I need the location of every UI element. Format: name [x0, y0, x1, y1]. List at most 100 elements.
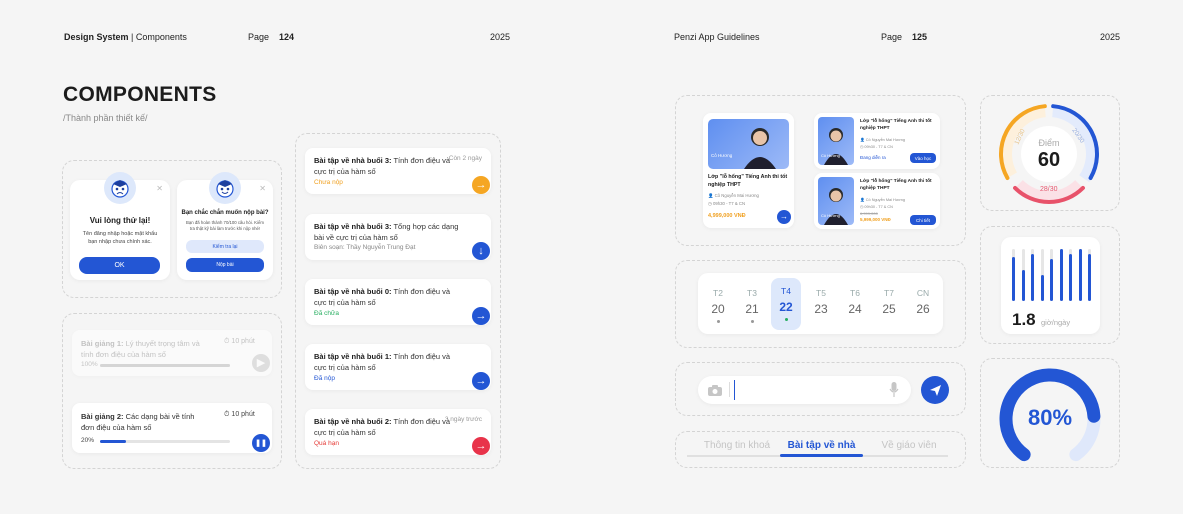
join-class-button[interactable]: Vào học	[910, 153, 936, 163]
header-right-title: Penzi App Guidelines	[674, 32, 760, 42]
schedule-text: 09h30 - T7 & CN	[864, 145, 893, 149]
lecture-card[interactable]: Bài giảng 2: Các dạng bài về tính đơn đi…	[72, 403, 272, 453]
bar-value	[1021, 269, 1025, 301]
progress-value: 80%	[1027, 405, 1073, 430]
progress-text: 100%	[81, 361, 98, 368]
lecture-prefix: Bài giảng 2:	[81, 412, 124, 421]
tab-item[interactable]: Về giáo viên	[869, 440, 949, 451]
calendar-day[interactable]: CN 26	[910, 288, 936, 316]
microphone-icon[interactable]	[889, 382, 899, 397]
day-name: T4	[781, 286, 791, 296]
teacher-tag: Cô Hương	[711, 153, 733, 158]
homework-status: Đã nộp	[314, 375, 335, 382]
progress-ring: 80%	[998, 367, 1102, 471]
day-date: 22	[779, 300, 793, 314]
tab-item[interactable]: Thông tin khoá	[693, 440, 781, 451]
mascot-sad-icon	[104, 172, 136, 204]
teacher-name: Cô Nguyễn Mai Hương	[714, 193, 759, 198]
clock-icon: ◷	[708, 201, 712, 206]
homework-title: Bài tập về nhà buổi 2: Tính đơn điệu và …	[314, 416, 464, 438]
dialog-text: Tên đăng nhập hoặc mật khẩu bạn nhập chư…	[82, 231, 158, 245]
course-title: Lớp "lỗ hổng" Tiếng Anh thi tốt nghiệp T…	[708, 174, 788, 188]
camera-icon[interactable]	[708, 383, 722, 396]
day-name: CN	[916, 288, 930, 298]
duration-text: 10 phút	[231, 411, 255, 418]
event-dot	[784, 318, 788, 321]
calendar-day[interactable]: T6 24	[842, 288, 868, 316]
arrow-right-icon[interactable]: →	[777, 210, 791, 224]
day-date: 21	[745, 302, 759, 316]
week-calendar: T2 20 T3 21 T4 22 T5 23 T6 24 T7 25 CN 2…	[698, 273, 943, 334]
download-icon[interactable]: ↓	[472, 242, 490, 260]
duration: ⏱ 10 phút	[224, 411, 255, 419]
user-icon: 👤	[708, 193, 714, 198]
bar-value	[1069, 254, 1072, 301]
homework-card[interactable]: Bài tập về nhà buổi 3: Tổng hợp các dạng…	[305, 214, 491, 260]
event-dot	[750, 320, 754, 323]
course-teacher: 👤 Cô Nguyễn Mai Hương	[860, 137, 905, 142]
close-icon[interactable]: ✕	[156, 184, 163, 193]
progress-bar	[100, 440, 230, 443]
homework-title: Bài tập về nhà buổi 3: Tính đơn điệu và …	[314, 155, 464, 177]
page-number: 124	[279, 32, 295, 42]
homework-prefix: Bài tập về nhà buổi 0:	[314, 287, 392, 296]
calendar-day[interactable]: T4 22	[771, 278, 801, 330]
calendar-day[interactable]: T3 21	[739, 288, 765, 323]
year-left: 2025	[490, 32, 511, 42]
teacher-name: Cô Nguyễn Mai Hương	[865, 138, 906, 142]
calendar-day[interactable]: T7 25	[876, 288, 902, 316]
event-dot	[716, 320, 720, 323]
pause-icon[interactable]: ❚❚	[252, 434, 270, 452]
lecture-title: Bài giảng 1: Lý thuyết trọng tâm và tính…	[81, 338, 201, 360]
bar-value	[1050, 259, 1053, 301]
bar-value	[1012, 256, 1015, 301]
send-icon[interactable]	[921, 376, 949, 404]
homework-title: Bài tập về nhà buổi 0: Tính đơn điệu và …	[314, 286, 464, 308]
lecture-title: Bài giảng 2: Các dạng bài về tính đơn đi…	[81, 411, 201, 433]
year-right: 2025	[1100, 32, 1121, 42]
course-price: 5,999,000 VNĐ	[860, 217, 891, 222]
check-again-button[interactable]: Kiểm tra lại	[186, 240, 264, 253]
lecture-card[interactable]: Bài giảng 1: Lý thuyết trọng tâm và tính…	[72, 330, 272, 376]
tab-item[interactable]: Bài tập về nhà	[780, 440, 863, 451]
day-date: 26	[916, 302, 930, 316]
bar-value	[1088, 254, 1091, 301]
calendar-day[interactable]: T5 23	[808, 288, 834, 316]
arrow-right-icon[interactable]: →	[472, 372, 490, 390]
schedule-text: 09h30 - T7 & CN	[864, 205, 893, 209]
teacher-tag: Cô Hương	[821, 153, 840, 158]
homework-title: Bài tập về nhà buổi 3: Tổng hợp các dạng…	[314, 221, 464, 243]
study-hours-value: 1.8	[1012, 310, 1036, 329]
teacher-photo: Cô Hương	[818, 117, 854, 165]
arrow-right-icon[interactable]: →	[472, 437, 490, 455]
arrow-right-icon[interactable]: →	[472, 176, 490, 194]
day-date: 20	[711, 302, 725, 316]
course-schedule: ◷ 09h30 - T7 & CN	[860, 144, 893, 149]
message-input[interactable]	[734, 380, 874, 400]
course-schedule: ◷ 09h30 - T7 & CN	[860, 204, 893, 209]
homework-card[interactable]: Bài tập về nhà buổi 2: Tính đơn điệu và …	[305, 409, 491, 455]
course-card-small[interactable]: Cô Hương Lớp "lỗ hổng" Tiếng Anh thi tốt…	[814, 113, 940, 169]
course-card-large[interactable]: Cô Hương Lớp "lỗ hổng" Tiếng Anh thi tốt…	[703, 113, 794, 228]
lecture-prefix: Bài giảng 1:	[81, 339, 124, 348]
course-card-small[interactable]: Cô Hương Lớp "lỗ hổng" Tiếng Anh thi tốt…	[814, 173, 940, 229]
play-icon[interactable]: ▶	[252, 354, 270, 372]
close-icon[interactable]: ✕	[259, 184, 266, 193]
homework-card[interactable]: Bài tập về nhà buổi 3: Tính đơn điệu và …	[305, 148, 491, 194]
dialog-title: Vui lòng thử lại!	[89, 216, 151, 225]
duration: ⏱ 10 phút	[224, 338, 255, 346]
progress-text: 20%	[81, 437, 95, 444]
arrow-right-icon[interactable]: →	[472, 307, 490, 325]
course-teacher: 👤 Cô Nguyễn Mai Hương	[708, 193, 759, 199]
user-icon: 👤	[860, 198, 865, 202]
details-button[interactable]: Chi tiết	[910, 215, 936, 225]
calendar-day[interactable]: T2 20	[705, 288, 731, 323]
bar-value	[1040, 275, 1044, 301]
course-teacher: 👤 Cô Nguyễn Mai Hương	[860, 197, 905, 202]
homework-card[interactable]: Bài tập về nhà buổi 0: Tính đơn điệu và …	[305, 279, 491, 325]
ok-button[interactable]: OK	[79, 257, 160, 274]
homework-card[interactable]: Bài tập về nhà buổi 1: Tính đơn điệu và …	[305, 344, 491, 390]
homework-status: Chưa nộp	[314, 179, 343, 186]
course-title: Lớp "lỗ hổng" Tiếng Anh thi tốt nghiệp T…	[860, 119, 932, 131]
submit-button[interactable]: Nộp bài	[186, 258, 264, 272]
